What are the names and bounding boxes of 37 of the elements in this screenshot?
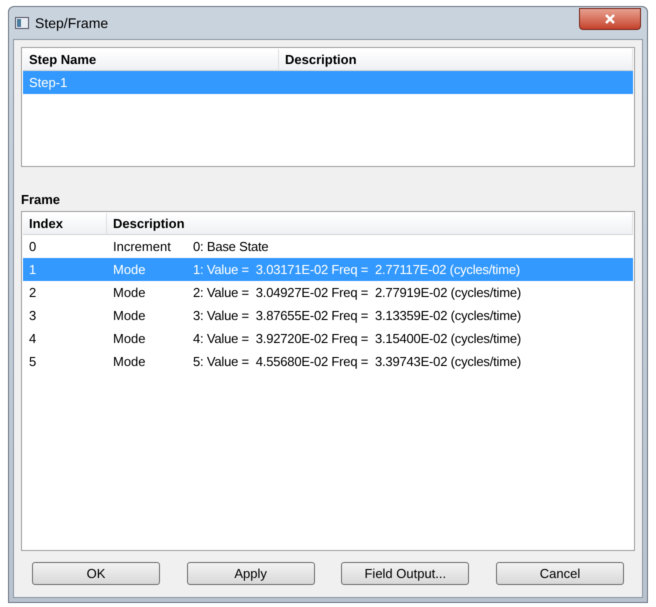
table-cell-text: 4: Value = 3.92720E-02 Freq = 3.15400E-02 (cycles/time) [192, 330, 522, 348]
table-cell-text: Increment [112, 238, 172, 256]
dialog-button[interactable]: Apply [186, 562, 315, 585]
window-title: Step/Frame [35, 14, 108, 33]
table-cell-text: Mode [112, 330, 147, 348]
table-row[interactable]: 2 Mode 2: Value = 3.04927E-02 Freq = 2.77919E-02 (cycles/time) [23, 281, 633, 304]
section-label: Frame [21, 191, 62, 209]
close-button[interactable] [579, 8, 641, 30]
dialog-button[interactable]: Field Output... [341, 562, 470, 585]
dialog-button[interactable]: OK [32, 562, 160, 585]
table-cell-text: 3 [28, 306, 38, 325]
column-header[interactable]: Step Name [23, 49, 279, 70]
table-cell-text: 3: Value = 3.87655E-02 Freq = 3.13359E-02 (cycles/time) [192, 306, 522, 325]
table-cell-text: 2 [28, 284, 38, 302]
table-cell-text: 0: Base State [192, 238, 270, 256]
table-cell-text: Mode [112, 260, 147, 279]
table-cell-text: 2: Value = 3.04927E-02 Freq = 2.77919E-02 (cycles/time) [192, 284, 522, 302]
table-cell-text: 4 [28, 330, 38, 348]
table-cell-text: Mode [112, 352, 147, 371]
table-cell-text: 1 [28, 260, 38, 279]
dialog-button[interactable]: Cancel [496, 562, 624, 585]
table-row[interactable]: 0 Increment 0: Base State [23, 235, 633, 258]
close-icon [604, 14, 616, 24]
table-row[interactable]: 5 Mode 5: Value = 4.55680E-02 Freq = 3.39743E-02 (cycles/time) [23, 350, 633, 373]
column-header[interactable]: Description [107, 213, 633, 234]
table-cell-text: 1: Value = 3.03171E-02 Freq = 2.77117E-02 (cycles/time) [192, 260, 522, 279]
table-row[interactable]: 4 Mode 4: Value = 3.92720E-02 Freq = 3.15400E-02 (cycles/time) [23, 327, 633, 350]
table-cell-text: Mode [112, 306, 147, 325]
column-header[interactable]: Description [279, 49, 633, 70]
column-header[interactable]: Index [23, 213, 107, 234]
table-cell-text: Mode [112, 284, 147, 302]
table-row[interactable]: 3 Mode 3: Value = 3.87655E-02 Freq = 3.13359E-02 (cycles/time) [23, 304, 633, 327]
table-cell-text: Step-1 [28, 74, 68, 92]
table-cell-text: 5: Value = 4.55680E-02 Freq = 3.39743E-02 (cycles/time) [192, 352, 522, 371]
table-cell-text: 5 [28, 352, 38, 371]
table-cell-text: 0 [28, 238, 38, 256]
window-icon [15, 17, 29, 29]
